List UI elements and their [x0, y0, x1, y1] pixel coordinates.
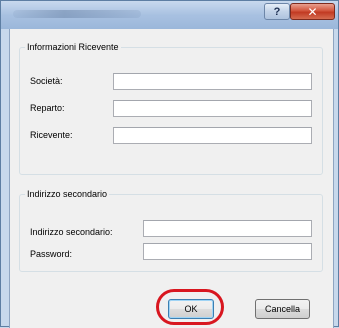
dialog-content: Informazioni Ricevente Società: Reparto:… [9, 29, 334, 328]
company-field[interactable] [113, 73, 312, 90]
cancel-button[interactable]: Cancella [255, 299, 310, 319]
window-title [13, 10, 141, 18]
help-button[interactable]: ? [264, 3, 290, 20]
recipient-info-title: Informazioni Ricevente [25, 41, 121, 53]
title-bar[interactable]: ? ✕ [1, 1, 338, 29]
recipient-field[interactable] [113, 127, 312, 144]
close-icon: ✕ [307, 4, 318, 19]
department-label: Reparto: [30, 103, 65, 113]
dialog-window: ? ✕ Informazioni Ricevente Società: Repa… [0, 0, 339, 328]
close-button[interactable]: ✕ [290, 3, 335, 20]
recipient-label: Ricevente: [30, 130, 73, 140]
company-label: Società: [30, 76, 63, 86]
secondary-address-title: Indirizzo secondario [25, 188, 110, 200]
password-label: Password: [30, 249, 73, 259]
cancel-button-label: Cancella [264, 304, 301, 314]
secondary-address-field[interactable] [143, 220, 312, 237]
secondary-address-label: Indirizzo secondario: [30, 227, 113, 237]
department-field[interactable] [113, 100, 312, 117]
password-field[interactable] [143, 243, 312, 260]
ok-highlight-ring [156, 289, 224, 325]
help-icon: ? [273, 5, 281, 18]
